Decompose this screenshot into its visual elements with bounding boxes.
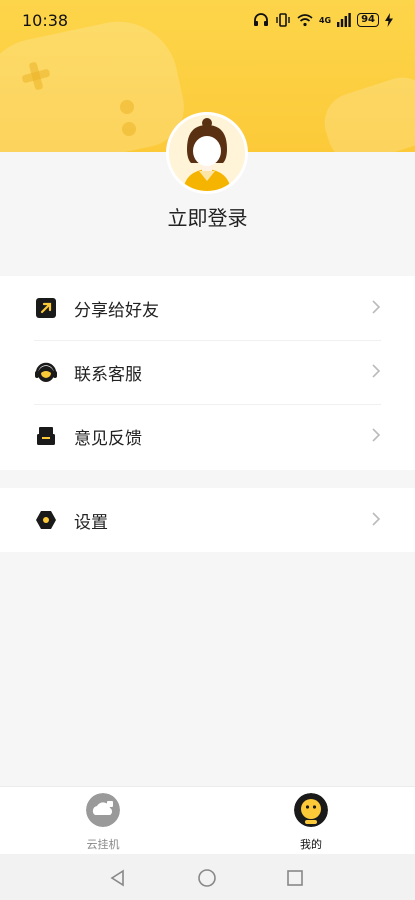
headphones-icon [253, 13, 268, 26]
menu-card-main: 分享给好友 联系客服 意见反馈 [0, 276, 415, 470]
chevron-right-icon [372, 364, 381, 378]
tab-cloud[interactable]: 云挂机 [63, 793, 143, 852]
face-icon [294, 793, 328, 827]
status-icons: 4G 94 [253, 13, 393, 27]
tab-label-mine: 我的 [300, 838, 322, 851]
recents-icon[interactable] [285, 868, 305, 888]
network-type: 4G [318, 15, 332, 25]
battery-indicator: 94 [357, 13, 379, 27]
hexagon-settings-icon [34, 508, 58, 532]
menu-item-service[interactable]: 联系客服 [0, 340, 415, 404]
tab-mine[interactable]: 我的 [271, 793, 351, 852]
share-arrow-icon [34, 296, 58, 320]
cloud-icon [86, 793, 120, 827]
avatar[interactable] [166, 112, 248, 194]
menu-label-feedback: 意见反馈 [74, 428, 142, 449]
menu-label-share: 分享给好友 [74, 300, 159, 321]
chevron-right-icon [372, 428, 381, 442]
button-decoration [120, 100, 134, 114]
bottom-tab-bar: 云挂机 我的 [0, 786, 415, 854]
back-icon[interactable] [108, 868, 128, 888]
menu-item-settings[interactable]: 设置 [0, 488, 415, 552]
avatar-girl-icon [169, 115, 245, 191]
status-time: 10:38 [22, 10, 69, 30]
home-icon[interactable] [197, 868, 217, 888]
chevron-right-icon [372, 300, 381, 314]
menu-item-feedback[interactable]: 意见反馈 [0, 404, 415, 468]
chevron-right-icon [372, 512, 381, 526]
button-decoration [122, 122, 136, 136]
login-link[interactable]: 立即登录 [0, 202, 415, 231]
feedback-icon [34, 424, 58, 448]
wifi-icon [297, 14, 313, 27]
menu-label-service: 联系客服 [74, 364, 142, 385]
status-bar: 10:38 4G 94 [0, 0, 415, 40]
headset-icon [34, 360, 58, 384]
vibrate-icon [276, 13, 290, 27]
signal-icon [337, 13, 351, 27]
menu-label-settings: 设置 [74, 512, 108, 533]
gamepad-decoration-small [316, 69, 415, 152]
tab-label-cloud: 云挂机 [86, 838, 120, 851]
menu-card-settings: 设置 [0, 488, 415, 552]
menu-item-share[interactable]: 分享给好友 [0, 276, 415, 340]
charging-icon [385, 13, 393, 27]
system-nav-bar [0, 854, 415, 900]
